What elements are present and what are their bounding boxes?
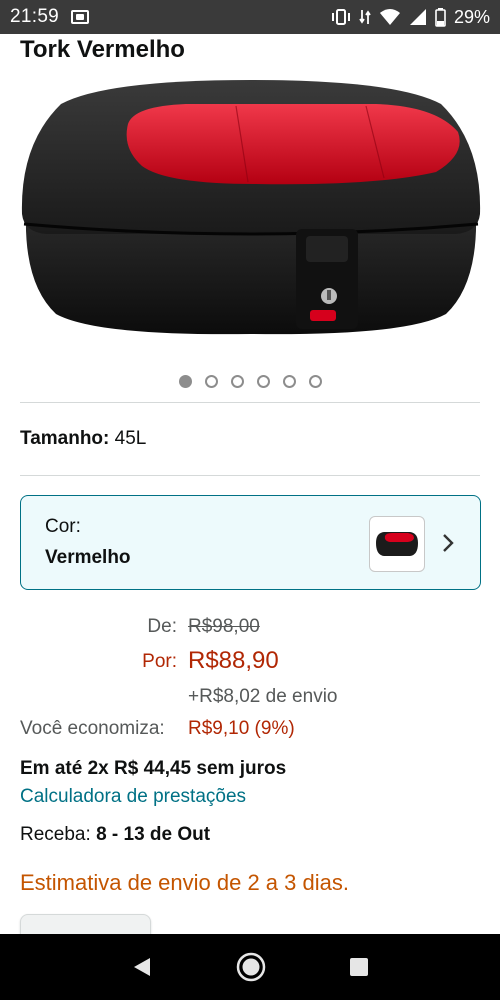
top-case-thumbnail-icon: [376, 532, 418, 556]
delivery-value: 8 - 13 de Out: [96, 824, 211, 845]
shipping-estimate: Estimativa de envio de 2 a 3 dias.: [20, 870, 349, 895]
color-thumbnail: [369, 516, 425, 572]
carousel-dot[interactable]: [204, 375, 218, 388]
chevron-right-icon: [443, 534, 454, 552]
sale-price-label: Por:: [142, 651, 177, 672]
carousel-dot[interactable]: [178, 375, 192, 388]
home-icon[interactable]: [235, 951, 267, 983]
size-label: Tamanho:: [20, 428, 110, 449]
size-value: 45L: [114, 428, 147, 449]
product-image[interactable]: [16, 74, 486, 344]
status-time: 21:59: [10, 6, 60, 27]
back-icon[interactable]: [130, 955, 154, 979]
android-nav-bar: [0, 934, 500, 1000]
color-selector[interactable]: Cor: Vermelho: [20, 495, 481, 590]
divider: [20, 402, 480, 403]
divider: [20, 475, 480, 476]
status-bar: 21:59 29%: [0, 0, 500, 34]
battery-icon: [435, 7, 446, 27]
savings-label: Você economiza:: [20, 718, 165, 739]
color-value: Vermelho: [45, 547, 131, 568]
image-carousel-dots: [0, 375, 500, 388]
battery-percent: 29%: [453, 6, 490, 27]
size-row: Tamanho: 45L: [20, 428, 146, 450]
carousel-dot[interactable]: [256, 375, 270, 388]
carousel-dot[interactable]: [282, 375, 296, 388]
vibrate-icon: [331, 9, 350, 25]
sale-price-value: R$88,90: [188, 647, 279, 674]
top-case-image: [21, 80, 481, 335]
color-label: Cor:: [45, 516, 81, 537]
delivery-row: Receba: 8 - 13 de Out: [20, 824, 210, 846]
savings-value: R$9,10 (9%): [188, 718, 295, 739]
shipping-cost: +R$8,02 de envio: [188, 686, 338, 707]
recents-icon[interactable]: [348, 956, 370, 978]
carousel-dot[interactable]: [308, 375, 322, 388]
data-icon: [359, 10, 371, 24]
installment-calculator-link[interactable]: Calculadora de prestações: [20, 786, 246, 808]
list-price-value: R$98,00: [188, 616, 260, 637]
carousel-dot[interactable]: [230, 375, 244, 388]
product-title: Tork Vermelho: [20, 36, 185, 63]
signal-icon: [409, 9, 426, 25]
list-price-label: De:: [147, 616, 177, 637]
status-icons: 29%: [331, 7, 490, 28]
installments-text: Em até 2x R$ 44,45 sem juros: [20, 758, 287, 779]
wifi-icon: [379, 9, 400, 25]
screenshot-icon: [71, 10, 90, 24]
delivery-label: Receba:: [20, 824, 91, 845]
